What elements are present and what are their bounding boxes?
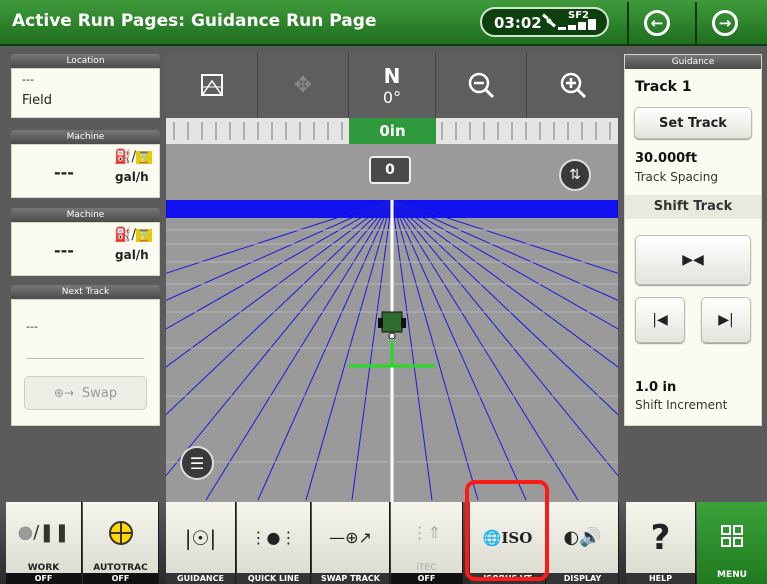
arrow-right-icon: → — [712, 10, 738, 36]
back-button[interactable]: ← — [627, 2, 685, 44]
menu-grid-icon — [721, 502, 743, 570]
help-label: HELP — [626, 573, 695, 584]
zoom-in-icon — [560, 72, 586, 99]
swap-track-icon: —⊕↗ — [329, 528, 372, 547]
track-name: Track 1 — [635, 79, 692, 95]
guidance-label: GUIDANCE — [166, 573, 235, 584]
guidance-header: Guidance — [625, 55, 761, 69]
track-spacing-label: Track Spacing — [635, 170, 718, 184]
pan-button[interactable]: ✥ — [258, 52, 349, 118]
zoom-in-button[interactable] — [527, 52, 618, 118]
set-track-button[interactable]: Set Track — [634, 107, 752, 139]
swap-button[interactable]: ⊕→ Swap — [24, 376, 147, 410]
shift-increment-label: Shift Increment — [635, 398, 728, 412]
shift-track-label: Shift Track — [625, 195, 761, 219]
status-indicator[interactable]: 03:02 SF2 — [480, 7, 609, 37]
itec-button[interactable]: ⋮⇑ iTEC OFF — [391, 502, 463, 584]
machine-card-2[interactable]: --- ⛽/⌛ gal/h — [11, 222, 160, 276]
guidance-lines — [166, 200, 618, 504]
forward-button[interactable]: → — [695, 2, 753, 44]
guidance-panel: Guidance Track 1 Set Track 30.000ft Trac… — [624, 54, 762, 426]
clock: 03:02 — [494, 14, 542, 32]
next-track-card: --- ⊕→ Swap — [11, 299, 160, 426]
compass-degrees: 0° — [382, 87, 402, 107]
display-label: DISPLAY — [547, 573, 618, 584]
shift-left-icon: |◀ — [652, 312, 668, 328]
center-track-button[interactable]: ▶◀ — [635, 235, 751, 285]
work-label: WORK — [27, 563, 60, 573]
location-card[interactable]: --- Field — [11, 68, 160, 118]
quick-line-shortcut[interactable]: ⋮●⋮ QUICK LINE — [237, 502, 311, 584]
pan-arrows-icon: ✥ — [293, 72, 313, 98]
work-toggle-icon: ●/❚❚ — [17, 522, 70, 543]
guidance-map[interactable]: ✥ N 0° 0in 0 ⇅ ☰ — [166, 52, 618, 504]
map-toolbar: ✥ N 0° — [166, 52, 618, 118]
fuel-rate-icon: ⛽/⌛ — [114, 227, 152, 243]
machine-header-2: Machine — [11, 208, 160, 222]
machine-unit-2: gal/h — [115, 248, 149, 262]
map-view-button[interactable] — [166, 52, 258, 118]
shift-increment-value: 1.0 in — [635, 380, 677, 395]
track-spacing-value: 30.000ft — [635, 151, 698, 166]
menu-label: MENU — [717, 570, 747, 580]
zoom-out-icon — [468, 72, 495, 99]
offset-box: 0 — [369, 156, 411, 184]
arrow-left-icon: ← — [644, 10, 670, 36]
fuel-rate-icon: ⛽/⌛ — [114, 149, 152, 165]
zoom-out-button[interactable] — [436, 52, 527, 118]
machine-unit-1: gal/h — [115, 170, 149, 184]
brightness-volume-icon: ◐🔊 — [563, 527, 602, 548]
swap-track-shortcut[interactable]: —⊕↗ SWAP TRACK — [312, 502, 390, 584]
work-button[interactable]: ●/❚❚ WORK OFF — [6, 502, 82, 584]
swap-label: Swap — [82, 385, 118, 401]
center-arrows-icon: ▶◀ — [682, 252, 704, 268]
shift-left-button[interactable]: |◀ — [635, 297, 685, 343]
machine-header-1: Machine — [11, 130, 160, 144]
map-menu-button[interactable]: ☰ — [180, 446, 214, 480]
steering-icon: |☉| — [184, 525, 217, 550]
shift-right-button[interactable]: ▶| — [701, 297, 751, 343]
next-track-header: Next Track — [11, 285, 160, 299]
itec-status: OFF — [391, 573, 462, 584]
autotrac-status: OFF — [83, 573, 158, 584]
itec-label: iTEC — [416, 563, 437, 573]
machine-card-1[interactable]: --- ⛽/⌛ gal/h — [11, 144, 160, 198]
autotrac-button[interactable]: AUTOTRAC OFF — [83, 502, 159, 584]
location-value: --- — [22, 73, 34, 86]
autotrac-icon — [107, 502, 135, 563]
signal-label: SF2 — [568, 10, 589, 21]
display-shortcut[interactable]: ◐🔊 DISPLAY — [547, 502, 619, 584]
menu-button[interactable]: MENU — [697, 502, 767, 584]
help-icon: ? — [650, 517, 671, 558]
field-label: Field — [22, 93, 53, 108]
help-button[interactable]: ? HELP — [626, 502, 696, 584]
list-icon: ☰ — [189, 453, 205, 473]
field-view-icon — [200, 74, 223, 96]
guidance-shortcut[interactable]: |☉| GUIDANCE — [166, 502, 236, 584]
shift-right-icon: ▶| — [718, 312, 734, 328]
quick-line-icon: ⋮●⋮ — [250, 528, 297, 547]
next-track-value: --- — [26, 320, 38, 333]
divider — [26, 358, 144, 359]
machine-value-2: --- — [54, 241, 74, 260]
compass-letter: N — [383, 63, 401, 88]
offset-readout: 0in — [349, 118, 436, 144]
location-header: Location — [11, 54, 160, 68]
highlight-box — [465, 480, 549, 581]
swap-track-icon: ⊕→ — [53, 386, 74, 400]
page-title: Active Run Pages: Guidance Run Page — [12, 11, 377, 31]
work-status: OFF — [6, 573, 81, 584]
swap-track-label: SWAP TRACK — [312, 573, 389, 584]
title-bar: Active Run Pages: Guidance Run Page 03:0… — [0, 0, 767, 46]
fork-arrows-icon: ⇅ — [569, 167, 581, 183]
compass-button[interactable]: N 0° — [349, 52, 436, 118]
machine-value-1: --- — [54, 163, 74, 182]
itec-icon: ⋮⇑ — [411, 523, 442, 542]
autotrac-label: AUTOTRAC — [93, 563, 148, 573]
swap-direction-button[interactable]: ⇅ — [559, 159, 591, 191]
quick-line-label: QUICK LINE — [237, 573, 310, 584]
